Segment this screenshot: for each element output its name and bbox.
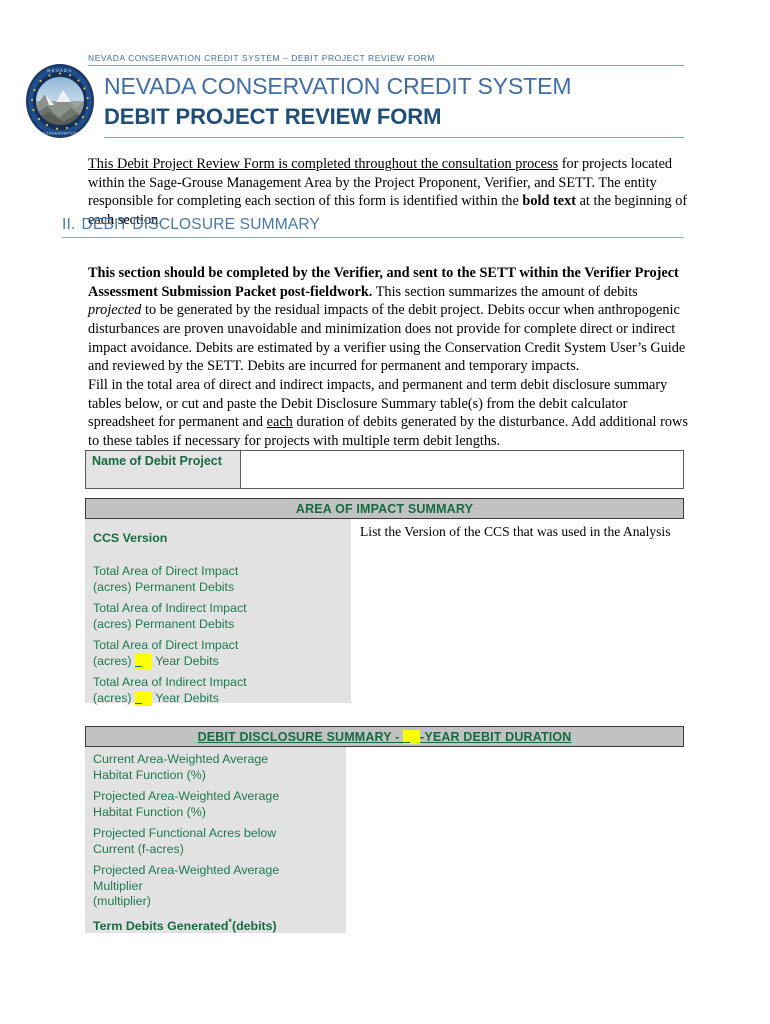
row-label-line1: Total Area of Indirect Impact (93, 601, 247, 615)
svg-text:NEVADA: NEVADA (47, 68, 72, 73)
row-label-line2: Habitat Function (%) (93, 767, 206, 782)
document-title-block: NEVADA CONSERVATION CREDIT SYSTEM DEBIT … (104, 72, 684, 138)
row-label-total-direct-year: Total Area of Direct Impact (acres) Year … (85, 638, 246, 669)
year-blank-field[interactable] (135, 653, 152, 669)
row-label-total-indirect-permanent: Total Area of Indirect Impact (acres) Per… (85, 601, 255, 632)
intro-bold-phrase: bold text (522, 193, 576, 210)
row-label-line2-pre: (acres) (93, 690, 135, 705)
row-label-line3: (multiplier) (93, 894, 151, 908)
row-label-line1: Total Area of Direct Impact (93, 638, 239, 652)
row-label-line1: Projected Area-Weighted Average (93, 789, 280, 803)
document-page: NEVADA CONSERVATION CREDIT SYSTEM – DEBI… (0, 0, 770, 1024)
section-title: DEBIT DISCLOSURE SUMMARY (81, 216, 321, 233)
section-para1-a: This section summarizes the amount of de… (372, 283, 638, 300)
page-subtitle: DEBIT PROJECT REVIEW FORM (104, 104, 442, 129)
ccs-version-instruction-note: List the Version of the CCS that was use… (360, 524, 671, 539)
row-label-line1: Projected Functional Acres below (93, 826, 277, 840)
header-post: -YEAR DEBIT DURATION (420, 729, 572, 744)
section-heading-text: II. DEBIT DISCLOSURE SUMMARY (62, 216, 684, 237)
row-label-total-indirect-year: Total Area of Indirect Impact (acres) Yea… (85, 675, 255, 706)
row-label-line2: Multiplier (93, 878, 143, 893)
section-heading-rule (62, 237, 684, 238)
row-label-line1: Total Area of Direct Impact (93, 564, 239, 578)
row-label-line1: Total Area of Indirect Impact (93, 675, 247, 689)
running-header: NEVADA CONSERVATION CREDIT SYSTEM – DEBI… (88, 53, 684, 66)
title-rule (104, 137, 684, 138)
section-para2-underline: each (266, 414, 293, 431)
table-row: Name of Debit Project (85, 450, 684, 489)
debit-duration-blank-field[interactable] (403, 729, 421, 744)
area-of-impact-summary-header: AREA OF IMPACT SUMMARY (85, 498, 684, 519)
row-label-projected-awa-multiplier: Projected Area-Weighted Average Multiplie… (85, 863, 287, 910)
row-label-line2-post: Year Debits (152, 653, 219, 668)
row-label-line2-pre: (acres) (93, 653, 135, 668)
row-label-line2: (acres) Permanent Debits (93, 616, 235, 631)
svg-text:CONSERVATION: CONSERVATION (42, 132, 77, 136)
row-label-line1: Current Area-Weighted Average (93, 752, 269, 766)
row-label-current-awa-habitat-function: Current Area-Weighted Average Habitat Fun… (85, 752, 276, 783)
section-para1-italic: projected (88, 302, 142, 319)
section-paragraph-1: This section should be completed by the … (88, 264, 688, 376)
year-blank-field[interactable] (135, 690, 152, 706)
header-pre: DEBIT DISCLOSURE SUMMARY - (197, 729, 404, 744)
row-label-ccs-version: CCS Version (93, 531, 168, 545)
name-of-debit-project-input[interactable] (240, 450, 684, 489)
area-of-impact-label-column: CCS Version Total Area of Direct Impact(… (85, 519, 351, 706)
row-label-line1: Term Debits Generated (93, 919, 229, 934)
area-of-impact-summary-header-text: AREA OF IMPACT SUMMARY (295, 501, 474, 516)
running-header-rule (88, 65, 684, 66)
section-number: II. (62, 216, 76, 233)
row-label-projected-functional-acres: Projected Functional Acres below Current … (85, 826, 284, 857)
name-of-debit-project-table: Name of Debit Project (85, 450, 684, 489)
row-label-line2: (acres) Permanent Debits (93, 579, 235, 594)
row-label-line2: Current (f-acres) (93, 841, 184, 856)
debit-disclosure-summary-header: DEBIT DISCLOSURE SUMMARY - -YEAR DEBIT D… (85, 726, 684, 747)
nevada-seal-logo-icon: NEVADA CONSERVATION (23, 62, 97, 140)
row-label-term-debits-generated: Term Debits Generated*(debits) (85, 915, 285, 935)
section-heading: II. DEBIT DISCLOSURE SUMMARY (62, 216, 684, 238)
row-label-line2-post: Year Debits (152, 690, 219, 705)
section-para1-b: to be generated by the residual impacts … (88, 302, 686, 375)
intro-underlined-lead: This Debit Project Review Form is comple… (88, 156, 559, 173)
page-title: NEVADA CONSERVATION CREDIT SYSTEM (104, 73, 572, 99)
row-label-projected-awa-habitat-function: Projected Area-Weighted Average Habitat F… (85, 789, 287, 820)
row-label-total-direct-permanent: Total Area of Direct Impact (acres) Perma… (85, 564, 246, 595)
running-header-text: NEVADA CONSERVATION CREDIT SYSTEM – DEBI… (88, 53, 435, 63)
name-of-debit-project-label: Name of Debit Project (85, 450, 241, 489)
row-label-line1: Projected Area-Weighted Average (93, 863, 280, 877)
row-label-line1-cont: (debits) (231, 919, 277, 934)
section-paragraph-2: Fill in the total area of direct and ind… (88, 376, 688, 450)
debit-disclosure-label-column: Current Area-Weighted Average Habitat Fun… (85, 747, 346, 933)
debit-disclosure-summary-header-text: DEBIT DISCLOSURE SUMMARY - -YEAR DEBIT D… (197, 729, 572, 744)
row-label-line2: Habitat Function (%) (93, 804, 206, 819)
